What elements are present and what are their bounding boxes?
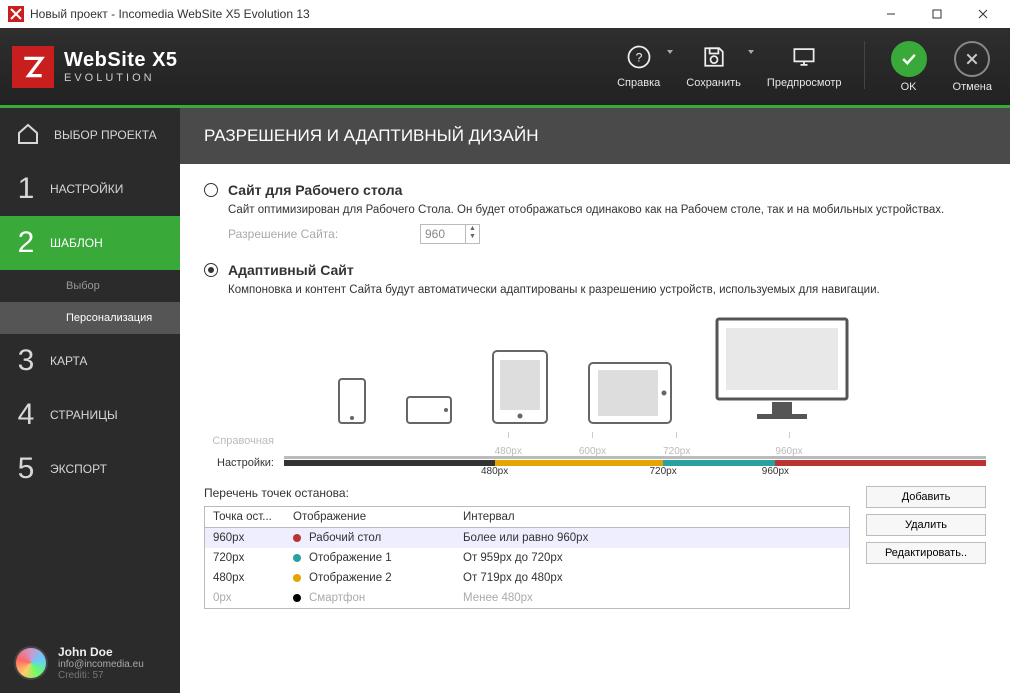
logo-mark-icon — [12, 46, 54, 88]
settings-label: Настройки: — [204, 457, 284, 469]
col-header-display: Отображение — [285, 507, 455, 527]
save-label: Сохранить — [686, 77, 741, 89]
header-toolbar: WebSite X5 EVOLUTION ? Справка Сохранить — [0, 28, 1010, 108]
reference-label: Справочная — [204, 435, 284, 447]
cancel-label: Отмена — [953, 81, 992, 93]
settings-ticks: 480px 720px 960px — [284, 466, 986, 480]
add-breakpoint-button[interactable]: Добавить — [866, 486, 986, 508]
responsive-site-desc: Компоновка и контент Сайта будут автомат… — [228, 284, 986, 296]
avatar — [14, 646, 48, 680]
minimize-button[interactable] — [868, 0, 914, 28]
sidebar-step-4[interactable]: 4СТРАНИЦЫ — [0, 388, 180, 442]
spinner-down-icon[interactable]: ▼ — [466, 233, 479, 241]
table-row[interactable]: 720pxОтображение 1От 959px до 720px — [205, 548, 849, 568]
page-title: РАЗРЕШЕНИЯ И АДАПТИВНЫЙ ДИЗАЙН — [180, 108, 1010, 164]
phone-portrait-icon — [338, 378, 366, 424]
close-icon — [954, 41, 990, 77]
phone-landscape-icon — [406, 396, 452, 424]
ok-label: OK — [901, 81, 917, 93]
sidebar-step-3[interactable]: 3КАРТА — [0, 334, 180, 388]
sidebar-step-project-label: ВЫБОР ПРОЕКТА — [54, 128, 157, 142]
preview-button[interactable]: Предпросмотр — [767, 41, 842, 89]
preview-label: Предпросмотр — [767, 77, 842, 89]
delete-breakpoint-button[interactable]: Удалить — [866, 514, 986, 536]
window-title: Новый проект - Incomedia WebSite X5 Evol… — [30, 7, 868, 21]
chevron-down-icon — [666, 47, 674, 59]
desktop-site-title: Сайт для Рабочего стола — [228, 182, 402, 198]
chevron-down-icon — [747, 47, 755, 59]
site-resolution-spinner[interactable]: ▲▼ — [420, 224, 480, 244]
sidebar-step-5[interactable]: 5ЭКСПОРТ — [0, 442, 180, 496]
user-credit: Crediti: 57 — [58, 670, 144, 681]
logo: WebSite X5 EVOLUTION — [12, 46, 178, 88]
spinner-up-icon[interactable]: ▲ — [466, 225, 479, 233]
desktop-site-desc: Сайт оптимизирован для Рабочего Стола. О… — [228, 204, 986, 216]
desktop-icon — [712, 314, 852, 424]
help-button[interactable]: ? Справка — [617, 41, 660, 89]
col-header-range: Интервал — [455, 507, 849, 527]
radio-desktop-site[interactable] — [204, 183, 218, 197]
user-panel[interactable]: John Doe info@incomedia.eu Crediti: 57 — [0, 633, 180, 693]
sidebar-step-1-label: НАСТРОЙКИ — [50, 182, 123, 196]
check-icon — [891, 41, 927, 77]
table-row[interactable]: 960pxРабочий столБолее или равно 960px — [205, 528, 849, 548]
sidebar-step-5-label: ЭКСПОРТ — [50, 462, 107, 476]
sidebar-step-1[interactable]: 1НАСТРОЙКИ — [0, 162, 180, 216]
sidebar: ВЫБОР ПРОЕКТА 1НАСТРОЙКИ 2ШАБЛОН Выбор П… — [0, 108, 180, 693]
cancel-button[interactable]: Отмена — [953, 41, 992, 93]
sidebar-step-project[interactable]: ВЫБОР ПРОЕКТА — [0, 108, 180, 162]
breakpoints-table: Точка ост... Отображение Интервал 960pxР… — [204, 506, 850, 609]
tablet-landscape-icon — [588, 362, 672, 424]
edit-breakpoint-button[interactable]: Редактировать.. — [866, 542, 986, 564]
save-button[interactable]: Сохранить — [686, 41, 741, 89]
help-icon: ? — [623, 41, 655, 73]
help-label: Справка — [617, 77, 660, 89]
site-resolution-label: Разрешение Сайта: — [228, 227, 408, 241]
preview-icon — [788, 41, 820, 73]
sidebar-substep-personalize[interactable]: Персонализация — [0, 302, 180, 334]
sidebar-step-4-label: СТРАНИЦЫ — [50, 408, 118, 422]
user-email: info@incomedia.eu — [58, 659, 144, 670]
radio-responsive-site[interactable] — [204, 263, 218, 277]
titlebar: Новый проект - Incomedia WebSite X5 Evol… — [0, 0, 1010, 28]
sidebar-step-2-label: ШАБЛОН — [50, 236, 103, 250]
site-resolution-input[interactable] — [421, 225, 465, 243]
svg-text:?: ? — [635, 50, 642, 64]
user-name: John Doe — [58, 645, 144, 659]
sidebar-substep-select[interactable]: Выбор — [0, 270, 180, 302]
product-name: WebSite X5 — [64, 49, 178, 72]
sidebar-step-3-label: КАРТА — [50, 354, 87, 368]
tablet-portrait-icon — [492, 350, 548, 424]
save-icon — [698, 41, 730, 73]
reference-ticks: 480px 600px 720px 960px — [284, 432, 986, 456]
maximize-button[interactable] — [914, 0, 960, 28]
close-button[interactable] — [960, 0, 1006, 28]
sidebar-step-2[interactable]: 2ШАБЛОН — [0, 216, 180, 270]
app-icon — [8, 6, 24, 22]
table-row[interactable]: 480pxОтображение 2От 719px до 480px — [205, 568, 849, 588]
col-header-size: Точка ост... — [205, 507, 285, 527]
ok-button[interactable]: OK — [891, 41, 927, 93]
responsive-site-title: Адаптивный Сайт — [228, 262, 354, 278]
table-row[interactable]: 0pxСмартфонМенее 480px — [205, 588, 849, 608]
product-edition: EVOLUTION — [64, 72, 178, 84]
home-icon — [16, 122, 40, 149]
breakpoints-heading: Перечень точек останова: — [204, 486, 850, 500]
device-preview — [204, 314, 986, 424]
